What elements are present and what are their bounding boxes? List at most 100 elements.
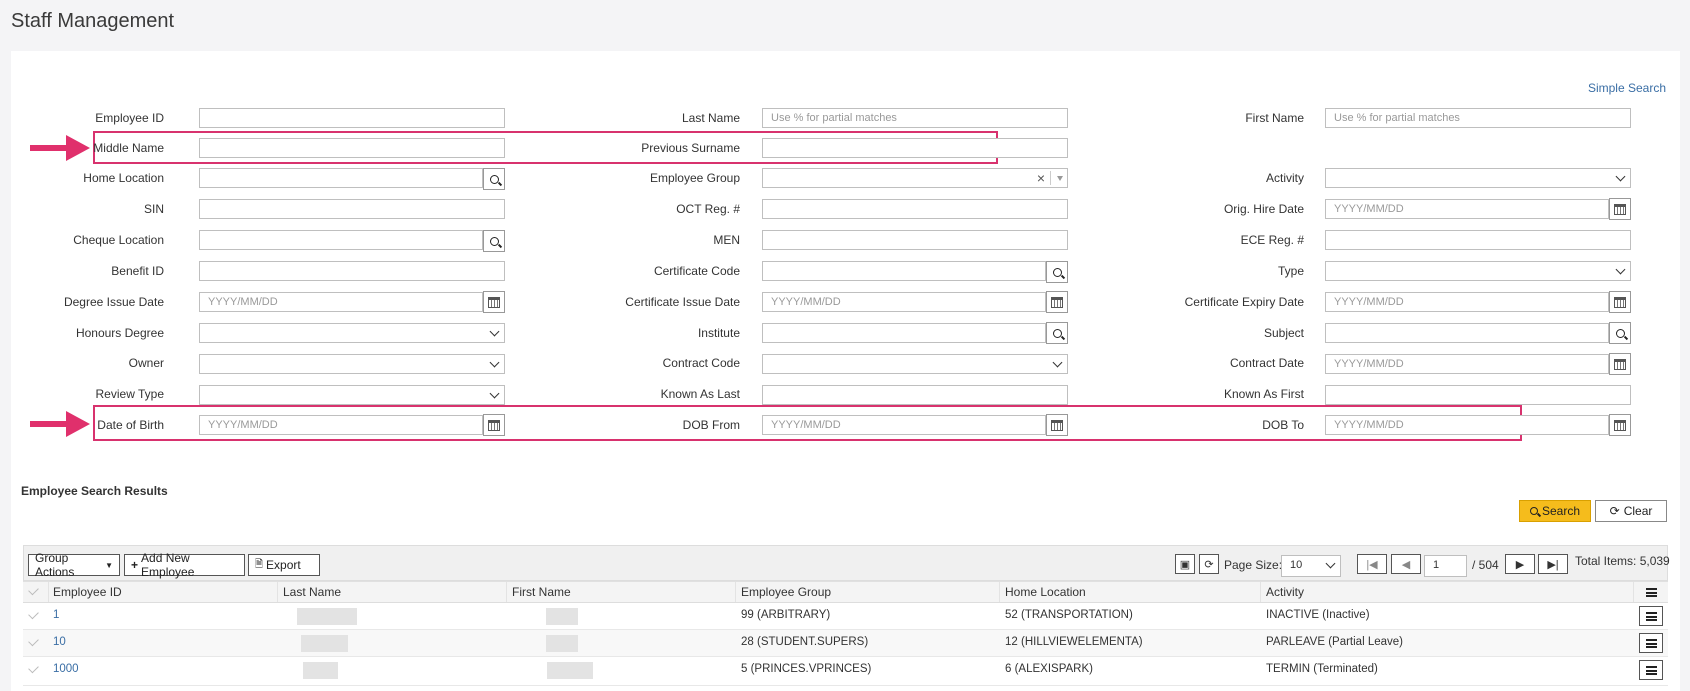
column-header[interactable]: Last Name <box>283 585 341 599</box>
column-divider <box>999 582 1000 602</box>
select-all-checkbox[interactable] <box>28 584 39 596</box>
activity-select[interactable] <box>1325 168 1631 188</box>
clear-button[interactable]: ⟳ Clear <box>1595 500 1667 522</box>
dob-to-input[interactable]: YYYY/MM/DD <box>1325 415 1609 435</box>
table-row[interactable]: 1000 5 (PRINCES.VPRINCES) 6 (ALEXISPARK)… <box>23 657 1668 686</box>
redacted-first-name <box>546 635 578 652</box>
current-page-input[interactable]: 1 <box>1424 555 1467 577</box>
caret-down-icon[interactable] <box>1057 176 1063 181</box>
review-type-label: Review Type <box>95 387 164 401</box>
column-header[interactable]: Home Location <box>1005 585 1086 599</box>
date-of-birth-calendar-button[interactable] <box>483 414 505 436</box>
home-location-search-button[interactable] <box>483 168 505 190</box>
redacted-last-name <box>301 635 348 652</box>
employee-id-input[interactable] <box>199 108 505 128</box>
subject-label: Subject <box>1263 326 1304 340</box>
dob-to-calendar-button[interactable] <box>1609 414 1631 436</box>
subject-search-button[interactable] <box>1609 322 1631 344</box>
orig-hire-date-calendar-button[interactable] <box>1609 198 1631 220</box>
certificate-issue-date-label: Certificate Issue Date <box>625 295 740 309</box>
employee-group-select[interactable]: × <box>762 168 1068 188</box>
oct-reg-input[interactable] <box>762 199 1068 219</box>
search-button[interactable]: Search <box>1519 500 1591 522</box>
clear-icon[interactable]: × <box>1037 170 1045 186</box>
institute-input[interactable] <box>762 323 1046 343</box>
activity-cell: TERMIN (Terminated) <box>1266 663 1378 675</box>
benefit-id-input[interactable] <box>199 261 505 281</box>
chevron-down-icon <box>1615 171 1626 182</box>
row-checkbox[interactable] <box>28 662 39 674</box>
last-name-input[interactable]: Use % for partial matches <box>762 108 1068 128</box>
column-header[interactable]: Activity <box>1266 585 1304 599</box>
institute-label: Institute <box>697 326 740 340</box>
column-divider <box>48 582 49 602</box>
subject-input[interactable] <box>1325 323 1609 343</box>
last-page-button[interactable]: ▶| <box>1538 554 1568 574</box>
add-new-employee-button[interactable]: + Add New Employee <box>124 551 245 579</box>
refresh-icon[interactable]: ⟳ <box>1199 554 1219 574</box>
ece-reg-input[interactable] <box>1325 230 1631 250</box>
dob-from-calendar-button[interactable] <box>1046 414 1068 436</box>
orig-hire-date-input[interactable]: YYYY/MM/DD <box>1325 199 1609 219</box>
certificate-expiry-date-input[interactable]: YYYY/MM/DD <box>1325 292 1609 312</box>
contract-date-calendar-button[interactable] <box>1609 353 1631 375</box>
simple-search-link[interactable]: Simple Search <box>1588 81 1666 95</box>
row-checkbox[interactable] <box>28 635 39 647</box>
table-row[interactable]: 1 99 (ARBITRARY) 52 (TRANSPORTATION) INA… <box>23 603 1668 630</box>
date-of-birth-input[interactable]: YYYY/MM/DD <box>199 415 483 435</box>
column-divider <box>277 582 278 602</box>
employee-id-link[interactable]: 10 <box>53 636 66 648</box>
row-checkbox[interactable] <box>28 608 39 620</box>
employee-id-link[interactable]: 1000 <box>53 663 79 675</box>
type-select[interactable] <box>1325 261 1631 281</box>
cheque-location-input[interactable] <box>199 230 483 250</box>
row-menu-button[interactable] <box>1639 606 1663 626</box>
group-actions-button[interactable]: Group Actions ▼ <box>28 551 120 579</box>
first-page-button[interactable]: |◀ <box>1357 554 1387 574</box>
contract-code-select[interactable] <box>762 354 1068 374</box>
contract-date-input[interactable]: YYYY/MM/DD <box>1325 354 1609 374</box>
contract-code-label: Contract Code <box>662 356 740 370</box>
certificate-expiry-date-calendar-button[interactable] <box>1609 291 1631 313</box>
honours-degree-select[interactable] <box>199 323 505 343</box>
dob-from-input[interactable]: YYYY/MM/DD <box>762 415 1046 435</box>
home-location-input[interactable] <box>199 168 483 188</box>
column-header[interactable]: Employee Group <box>741 585 831 599</box>
degree-issue-date-input[interactable]: YYYY/MM/DD <box>199 292 483 312</box>
column-header[interactable]: First Name <box>512 585 571 599</box>
dropdown-divider <box>1050 171 1051 185</box>
export-button[interactable]: 🗎 Export <box>248 554 320 576</box>
page-size-select[interactable]: 10 <box>1281 555 1341 577</box>
known-as-last-input[interactable] <box>762 385 1068 405</box>
search-icon <box>489 236 499 246</box>
column-header[interactable]: Employee ID <box>53 585 122 599</box>
sin-input[interactable] <box>199 199 505 219</box>
table-row[interactable]: 10 28 (STUDENT.SUPERS) 12 (HILLVIEWELEME… <box>23 630 1668 657</box>
employee-id-link[interactable]: 1 <box>53 609 59 621</box>
next-page-button[interactable]: ▶ <box>1505 554 1535 574</box>
certificate-code-input[interactable] <box>762 261 1046 281</box>
men-input[interactable] <box>762 230 1068 250</box>
group-actions-label: Group Actions <box>35 551 75 579</box>
prev-page-button[interactable]: ◀ <box>1391 554 1421 574</box>
certificate-issue-date-input[interactable]: YYYY/MM/DD <box>762 292 1046 312</box>
first-name-input[interactable]: Use % for partial matches <box>1325 108 1631 128</box>
row-menu-button[interactable] <box>1639 633 1663 653</box>
previous-surname-input[interactable] <box>762 138 1068 158</box>
previous-surname-label: Previous Surname <box>641 141 740 155</box>
calendar-icon <box>1051 296 1063 308</box>
certificate-issue-date-calendar-button[interactable] <box>1046 291 1068 313</box>
owner-select[interactable] <box>199 354 505 374</box>
known-as-first-input[interactable] <box>1325 385 1631 405</box>
save-icon[interactable]: ▣ <box>1175 554 1195 574</box>
cheque-location-search-button[interactable] <box>483 230 505 252</box>
review-type-select[interactable] <box>199 385 505 405</box>
degree-issue-date-calendar-button[interactable] <box>483 291 505 313</box>
column-menu-icon[interactable] <box>1646 588 1657 597</box>
chevron-down-icon <box>1325 558 1336 569</box>
middle-name-input[interactable] <box>199 138 505 158</box>
row-menu-button[interactable] <box>1639 660 1663 680</box>
certificate-code-search-button[interactable] <box>1046 261 1068 283</box>
redacted-last-name <box>303 662 338 679</box>
institute-search-button[interactable] <box>1046 322 1068 344</box>
